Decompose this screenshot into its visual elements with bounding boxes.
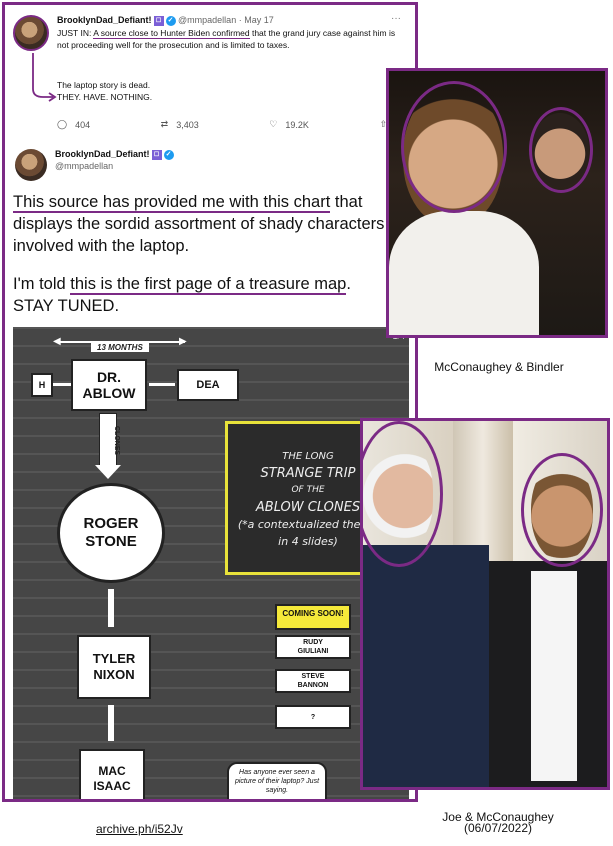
author-name[interactable]: BrooklynDad_Defiant! — [57, 15, 152, 25]
badge-icon: ☐ — [153, 15, 164, 26]
node-ablow: DR. ABLOW — [71, 359, 147, 411]
tweet-paragraph-2: I'm told this is the first page of a tre… — [13, 275, 351, 315]
tweet-line-3: THEY. HAVE. NOTHING. — [57, 92, 153, 102]
reply-button[interactable]: ◯ 404 — [57, 119, 90, 130]
speech-bubble: Has anyone ever seen a picture of their … — [227, 762, 327, 799]
tweet-1: BrooklynDad_Defiant! ☐ ✓ @mmpadellan · May… — [5, 5, 415, 143]
tweet-header: BrooklynDad_Defiant! ☐ ✓ @mmpadellan · May… — [57, 15, 274, 26]
retweet-icon: ⇄ — [160, 119, 169, 129]
chart-image: 1/4 ◀ ▶ 13 MONTHS H DR. ABLOW DEA CLONES… — [13, 327, 409, 799]
node-mac-isaac: MAC ISAAC — [79, 749, 145, 799]
verified-icon: ✓ — [165, 15, 176, 26]
link-arrow — [108, 589, 114, 627]
white-shirt — [389, 211, 539, 335]
photo-mcconaughey-bindler — [386, 68, 608, 338]
months-label: 13 MONTHS — [91, 343, 149, 352]
annotation-arrow — [32, 53, 57, 102]
node-tyler-nixon: TYLER NIXON — [77, 635, 151, 699]
tweet-paragraph-1: This source has provided me with this ch… — [13, 193, 385, 255]
node-h: H — [31, 373, 53, 397]
node-rudy: RUDY GIULIANI — [275, 635, 351, 659]
author-handle: @mmpadellan — [178, 15, 237, 25]
avatar[interactable] — [15, 149, 47, 181]
badge-icon: ☐ — [151, 149, 162, 160]
heart-icon: ♡ — [269, 119, 278, 129]
tweet-line-2: The laptop story is dead. — [57, 80, 151, 90]
tweet-body: JUST IN: A source close to Hunter Biden … — [57, 28, 396, 50]
node-unknown: ? — [275, 705, 351, 729]
caption-photo2: Joe & McConaughey (06/07/2022) — [442, 810, 554, 835]
white-shirt — [531, 571, 577, 781]
more-options-icon[interactable]: ··· — [391, 13, 401, 24]
tweet-2: BrooklynDad_Defiant! ☐ ✓ @mmpadellan This … — [5, 143, 415, 323]
node-dea: DEA — [177, 369, 239, 401]
link-arrow — [108, 705, 114, 741]
highlight-oval — [529, 107, 593, 193]
tweet-date[interactable]: May 17 — [244, 15, 274, 25]
highlight-oval — [521, 453, 603, 567]
author-name[interactable]: BrooklynDad_Defiant! ☐ ✓ — [55, 149, 174, 160]
node-roger-stone: ROGER STONE — [57, 483, 165, 583]
highlight: A source close to Hunter Biden confirmed — [93, 28, 250, 39]
retweet-button[interactable]: ⇄ 3,403 — [161, 119, 199, 130]
archive-link[interactable]: archive.ph/i52Jv — [96, 822, 183, 836]
tweet-metrics: ◯ 404 ⇄ 3,403 ♡ 19.2K ⇧ — [57, 119, 387, 130]
reply-icon: ◯ — [57, 119, 68, 129]
highlight-oval — [401, 81, 507, 213]
like-button[interactable]: ♡ 19.2K — [269, 119, 309, 130]
verified-icon: ✓ — [163, 149, 174, 160]
author-handle: @mmpadellan — [55, 161, 114, 171]
coming-soon-badge: COMING SOON! — [275, 604, 351, 630]
caption-photo1: McConaughey & Bindler — [434, 360, 564, 374]
node-steve: STEVE BANNON — [275, 669, 351, 693]
avatar[interactable] — [13, 15, 49, 51]
photo-joe-mcconaughey — [360, 418, 610, 790]
suit — [363, 545, 489, 787]
tweet-composite: BrooklynDad_Defiant! ☐ ✓ @mmpadellan · May… — [2, 2, 418, 802]
clones-label: CLONES — [113, 426, 120, 456]
